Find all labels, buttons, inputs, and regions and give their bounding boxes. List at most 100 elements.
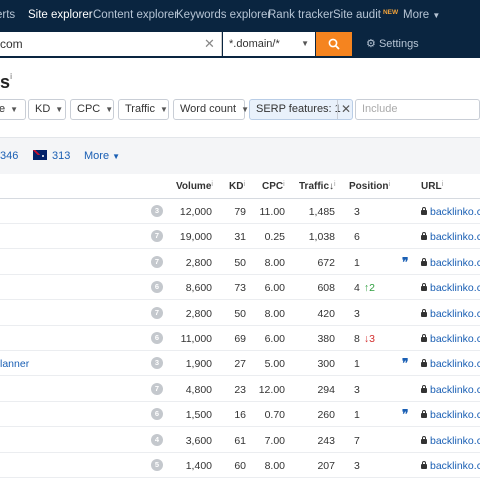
url-link[interactable]: backlinko.co: [421, 460, 480, 472]
cell-traffic: 1,038: [308, 231, 335, 244]
cell-volume: 12,000: [179, 206, 212, 218]
nav-item-site-audit[interactable]: Site audit NEW: [333, 9, 398, 21]
column-volume[interactable]: Volumei: [176, 181, 213, 192]
serp-features-badge[interactable]: 6: [151, 408, 163, 421]
column-position-label: Position: [349, 181, 389, 192]
info-icon: i: [388, 181, 391, 188]
serp-features-badge[interactable]: 6: [151, 281, 163, 294]
column-position[interactable]: Positioni: [349, 181, 390, 192]
url-link[interactable]: backlinko.co: [421, 231, 480, 243]
column-traffic-label: Traffic: [299, 181, 330, 192]
url-link[interactable]: backlinko.co: [421, 282, 480, 294]
australia-flag-icon: [33, 150, 47, 160]
url-text: backlinko.co: [430, 256, 480, 269]
settings-button[interactable]: ⚙ Settings: [366, 32, 419, 56]
cell-cpc: 8.00: [264, 307, 285, 320]
clear-icon[interactable]: ✕: [204, 32, 215, 56]
country-count-au[interactable]: 313: [52, 150, 70, 162]
filter-word-count[interactable]: Word count ▼: [173, 99, 249, 120]
info-icon: i: [10, 72, 13, 81]
cell-cpc: 0.25: [264, 231, 285, 244]
serp-features-badge[interactable]: 3: [151, 205, 163, 217]
table-row[interactable]: 7 2,800 50 8.00 420 3 backlinko.co: [0, 301, 480, 326]
column-kd-label: KD: [229, 181, 244, 192]
serp-features-badge[interactable]: 7: [151, 255, 163, 268]
cell-kd: 69: [234, 333, 246, 345]
serp-features-badge[interactable]: 7: [151, 306, 163, 319]
table-row[interactable]: 6 8,600 73 6.00 608 4↑2 backlinko.co: [0, 275, 480, 301]
cell-kd: 73: [234, 282, 246, 295]
more-countries-button[interactable]: More ▼: [84, 150, 120, 162]
include-input[interactable]: Include: [355, 99, 480, 120]
table-row[interactable]: 7 2,800 50 8.00 672 1 ❞ backlinko.co: [0, 250, 480, 275]
table-row[interactable]: 4 3,600 61 7.00 243 7 backlinko.co: [0, 428, 480, 453]
nav-item-content-explorer[interactable]: Content explorer: [93, 9, 178, 21]
position-value: 6: [354, 231, 360, 244]
table-row[interactable]: 3 12,000 79 11.00 1,485 3 backlinko.co: [0, 199, 480, 224]
table-row[interactable]: 7 4,800 23 12.00 294 3 backlinko.co: [0, 377, 480, 402]
url-link[interactable]: backlinko.co: [421, 257, 480, 269]
url-link[interactable]: backlinko.co: [421, 435, 480, 447]
url-text: backlinko.co: [430, 307, 480, 320]
chevron-down-icon: ▼: [241, 105, 249, 114]
filter-position[interactable]: e ▼: [0, 99, 26, 120]
cell-traffic: 207: [317, 460, 335, 472]
table-row[interactable]: 6 1,500 16 0.70 260 1 ❞ backlinko.co: [0, 402, 480, 428]
filter-traffic[interactable]: Traffic ▼: [118, 99, 169, 120]
serp-features-badge[interactable]: 4: [151, 433, 163, 446]
cell-volume: 1,900: [185, 358, 212, 371]
top-navigation: erts Site explorer Content explorer Keyw…: [0, 0, 480, 32]
nav-item-rank-tracker[interactable]: Rank tracker: [268, 9, 333, 21]
nav-item-alerts[interactable]: erts: [0, 9, 15, 21]
filter-word-count-label: Word count: [180, 103, 237, 115]
url-link[interactable]: backlinko.co: [421, 206, 480, 218]
serp-features-badge[interactable]: 7: [151, 382, 163, 395]
column-url[interactable]: URLi: [421, 181, 443, 192]
position-value: 3: [354, 460, 360, 472]
url-link[interactable]: backlinko.co: [421, 308, 480, 320]
search-icon: [328, 38, 340, 50]
search-button[interactable]: [316, 32, 352, 56]
url-link[interactable]: backlinko.co: [421, 409, 480, 421]
serp-features-badge[interactable]: 6: [151, 332, 163, 344]
serp-features-badge[interactable]: 3: [151, 357, 163, 370]
column-traffic[interactable]: Traffic↓i: [299, 181, 336, 192]
lock-icon: [421, 283, 427, 292]
column-url-label: URL: [421, 181, 442, 192]
url-text: backlinko.co: [430, 358, 480, 371]
url-link[interactable]: backlinko.co: [421, 333, 480, 345]
column-cpc[interactable]: CPCi: [262, 181, 285, 192]
serp-features-badge[interactable]: 7: [151, 230, 163, 243]
nav-item-more[interactable]: More ▼: [403, 9, 440, 21]
cell-position: 7: [354, 435, 360, 447]
remove-filter-icon[interactable]: ✕: [337, 100, 354, 119]
position-value: 3: [354, 307, 360, 320]
filter-cpc[interactable]: CPC ▼: [70, 99, 114, 120]
keyword-link[interactable]: lanner: [0, 358, 29, 370]
serp-features-badge[interactable]: 5: [151, 459, 163, 471]
table-row[interactable]: lanner 3 1,900 27 5.00 300 1 ❞ backlinko.co: [0, 351, 480, 377]
table-row[interactable]: 6 11,000 69 6.00 380 8↓3 backlinko.co: [0, 326, 480, 351]
cell-cpc: 6.00: [264, 282, 285, 295]
cell-position: 4 ↑2: [354, 282, 375, 294]
cell-kd: 27: [234, 358, 246, 371]
cell-position: 1: [354, 409, 360, 421]
country-count[interactable]: 346: [0, 150, 18, 162]
filter-kd[interactable]: KD ▼: [28, 99, 66, 120]
cell-traffic: 300: [317, 358, 335, 371]
url-link[interactable]: backlinko.co: [421, 384, 480, 396]
chevron-down-icon: ▼: [112, 152, 121, 161]
mode-select[interactable]: *.domain/* ▼: [223, 32, 315, 56]
nav-item-site-explorer[interactable]: Site explorer: [28, 9, 93, 21]
cell-traffic: 420: [317, 307, 335, 320]
nav-item-keywords-explorer[interactable]: Keywords explorer: [176, 9, 271, 21]
cell-cpc: 6.00: [264, 333, 285, 345]
cell-position: 1: [354, 358, 360, 370]
chevron-down-icon: ▼: [159, 105, 168, 114]
table-row[interactable]: 5 1,400 60 8.00 207 3 backlinko.co: [0, 453, 480, 478]
featured-snippet-icon: ❞: [402, 356, 409, 371]
url-input[interactable]: com: [0, 32, 222, 56]
column-kd[interactable]: KDi: [229, 181, 245, 192]
url-link[interactable]: backlinko.co: [421, 358, 480, 370]
table-row[interactable]: 7 19,000 31 0.25 1,038 6 backlinko.co: [0, 224, 480, 250]
